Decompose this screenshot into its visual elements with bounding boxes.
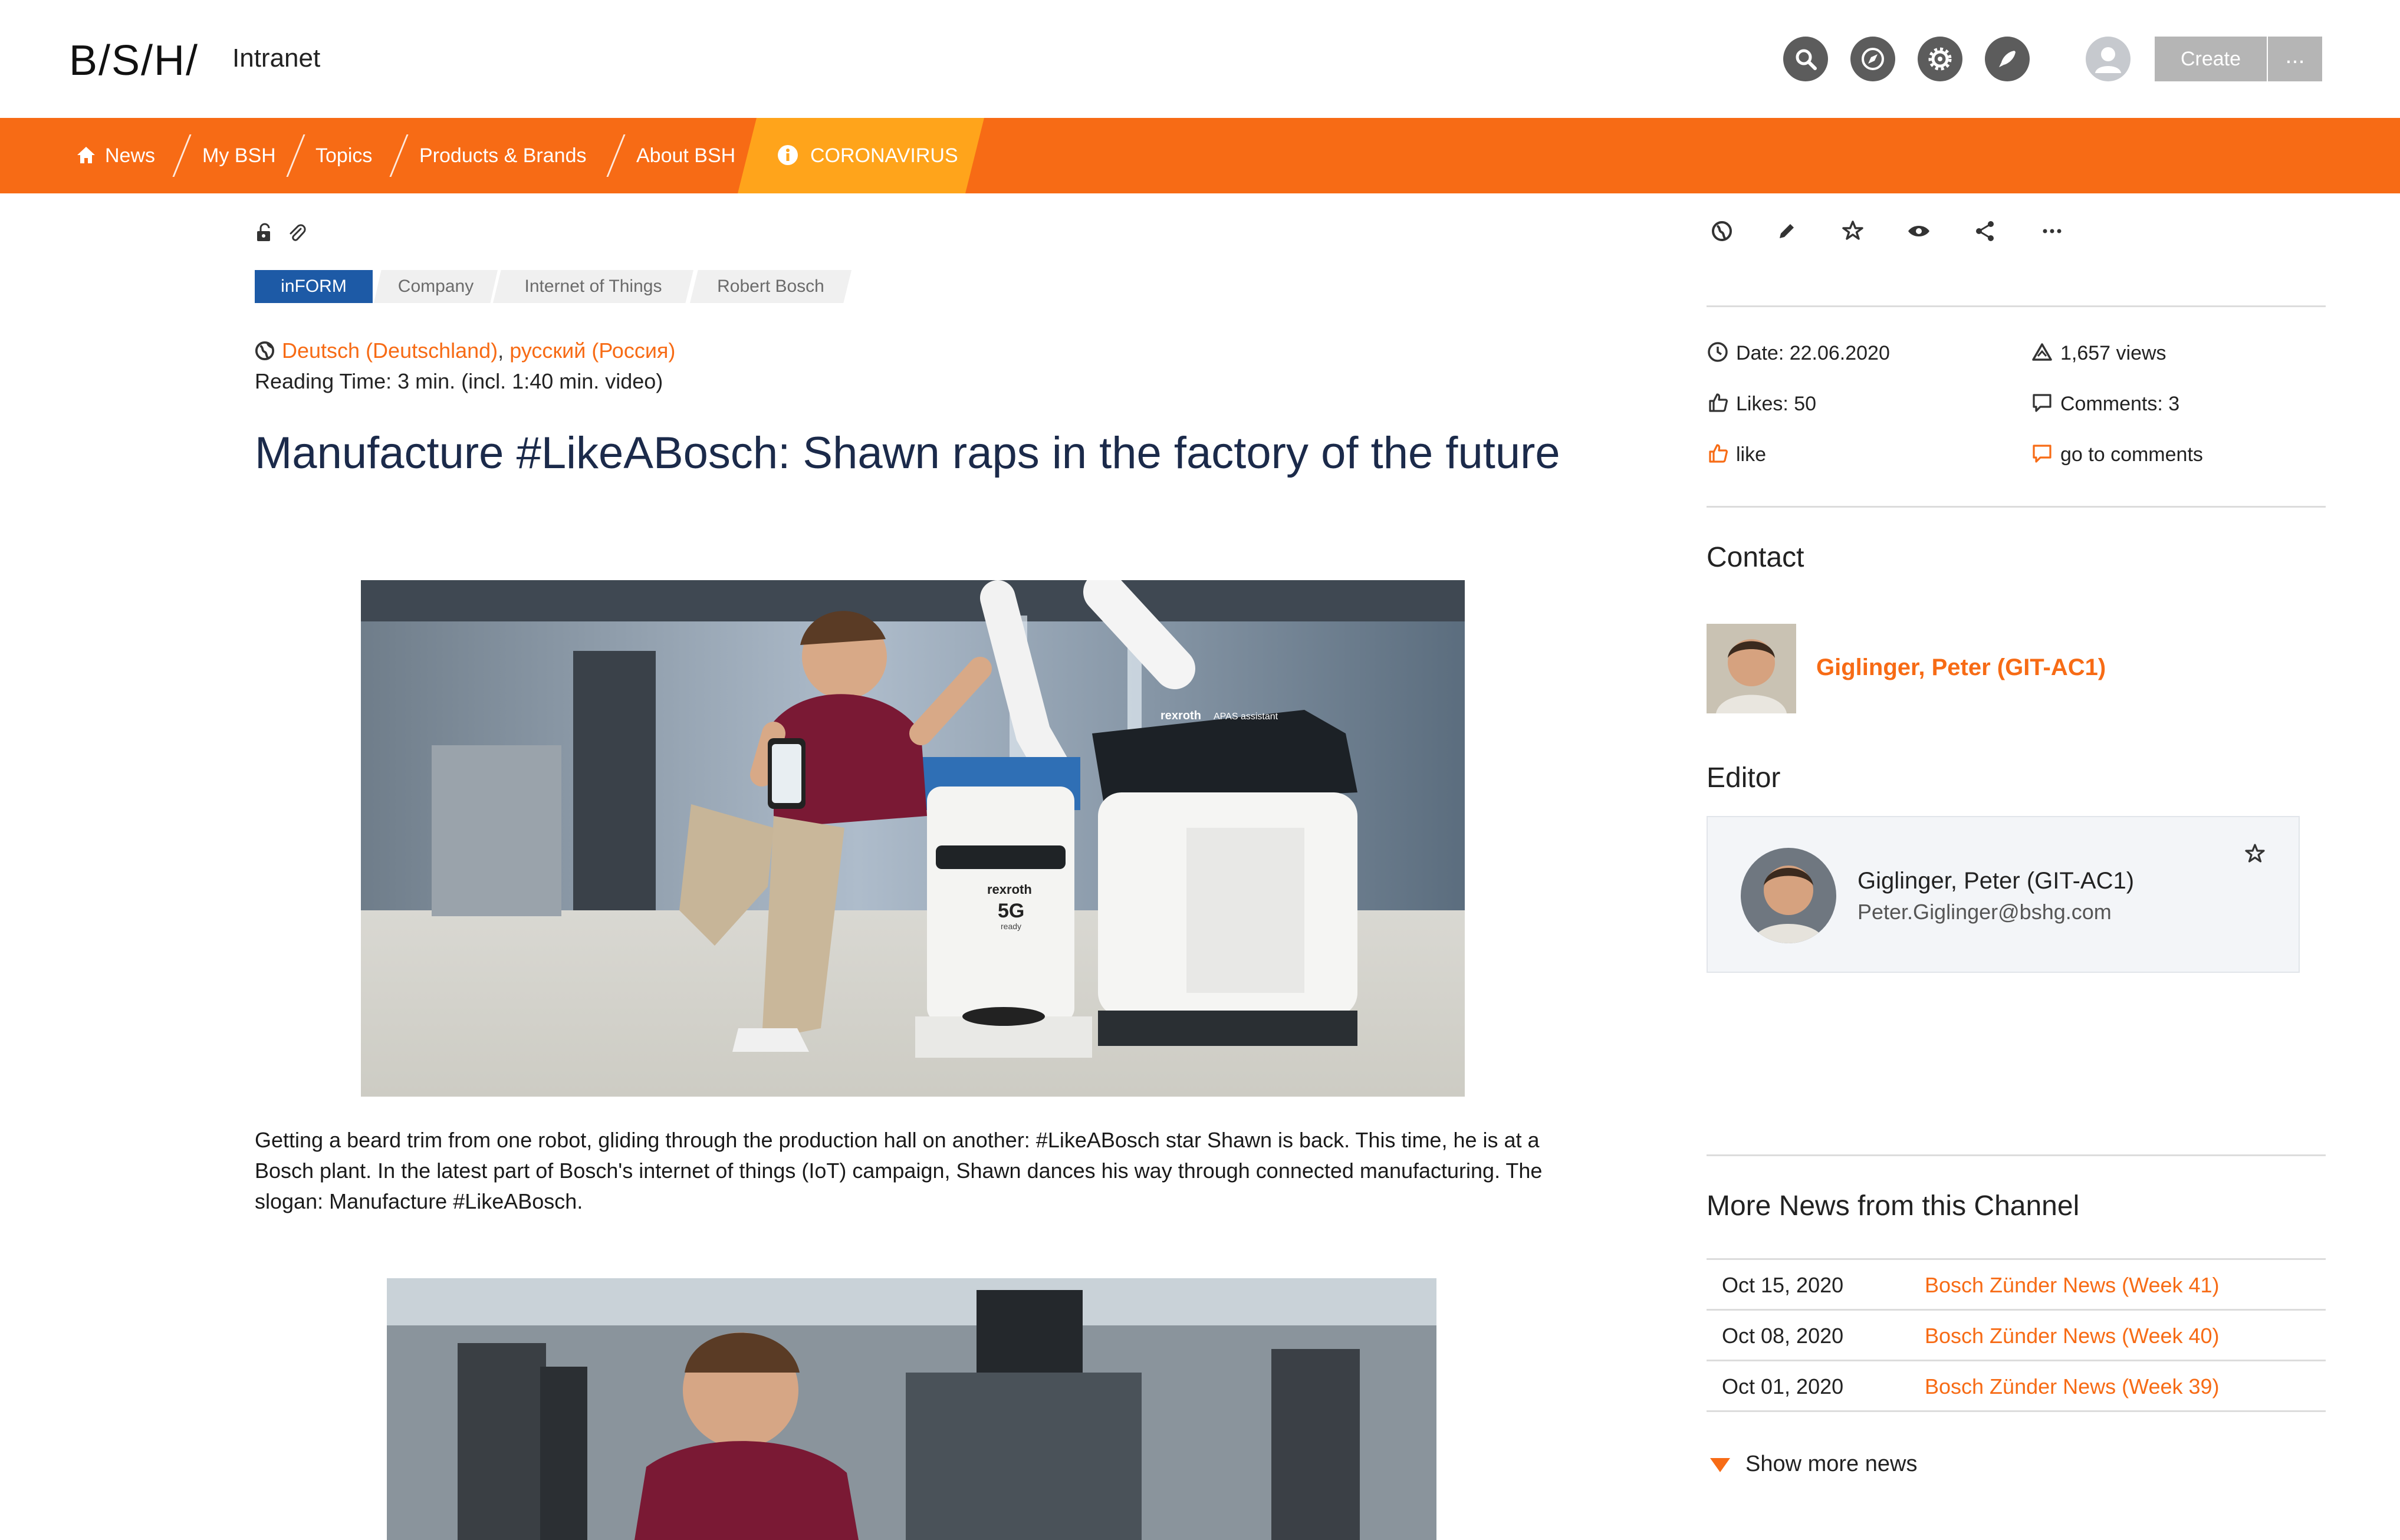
language-links: Deutsch (Deutschland), русский (Россия) <box>255 338 675 363</box>
sidebar-divider <box>1707 506 2326 508</box>
nav-item-products-brands[interactable]: Products & Brands <box>419 118 586 193</box>
news-title-link[interactable]: Bosch Zünder News (Week 41) <box>1925 1273 2220 1298</box>
clock-icon <box>1708 342 1728 362</box>
nav-item-coronavirus[interactable]: CORONAVIRUS <box>777 118 958 193</box>
nav-item-topics[interactable]: Topics <box>315 118 372 193</box>
editor-card[interactable]: Giglinger, Peter (GIT-AC1) Peter.Gigling… <box>1707 816 2300 973</box>
language-link-german[interactable]: Deutsch (Deutschland) <box>282 338 498 363</box>
nav-separator <box>286 134 305 177</box>
tag-company[interactable]: Company <box>374 270 498 303</box>
main-navigation: News My BSH Topics Products & Brands Abo… <box>0 118 2400 193</box>
attachment-icon <box>290 224 306 241</box>
news-date: Oct 01, 2020 <box>1722 1374 1844 1398</box>
star-icon[interactable] <box>1840 218 1866 244</box>
article-date-text: Date: 22.06.2020 <box>1736 342 1890 364</box>
like-link-text[interactable]: like <box>1736 443 1766 466</box>
nav-separator <box>606 134 626 177</box>
pencil-icon[interactable] <box>1774 218 1800 244</box>
create-button[interactable]: Create <box>2155 37 2267 81</box>
hero-label-ready: ready <box>1001 922 1021 931</box>
article-likes-text: Likes: 50 <box>1736 393 1817 415</box>
search-icon[interactable] <box>1783 37 1828 81</box>
info-icon <box>778 145 798 165</box>
home-icon <box>77 147 95 163</box>
globe-icon <box>255 341 275 361</box>
hero-label-apas-assistant: APAS assistant <box>1214 712 1278 722</box>
hero-label-rexroth-apas: rexroth <box>1160 709 1201 722</box>
nav-separator <box>172 134 192 177</box>
contact-name-link[interactable]: Giglinger, Peter (GIT-AC1) <box>1816 654 2106 681</box>
news-date: Oct 15, 2020 <box>1722 1273 1844 1297</box>
caret-down-icon <box>1710 1457 1730 1472</box>
news-row[interactable]: Oct 08, 2020 Bosch Zünder News (Week 40) <box>1707 1311 2326 1361</box>
comment-icon <box>2033 445 2051 463</box>
bsh-logo[interactable]: B/S/H/ <box>69 37 199 85</box>
article-hero-image: rexroth 5G ready rexroth APAS assistant <box>361 580 1465 1097</box>
article-second-image <box>387 1278 1436 1540</box>
article-views-text: 1,657 views <box>2060 342 2166 364</box>
tag-internet-of-things[interactable]: Internet of Things <box>493 270 693 303</box>
contact-heading: Contact <box>1707 542 1804 573</box>
news-title-link[interactable]: Bosch Zünder News (Week 40) <box>1925 1324 2220 1348</box>
user-avatar-icon[interactable] <box>2086 37 2131 81</box>
favorite-star-icon[interactable] <box>2243 842 2267 866</box>
nav-item-my-bsh[interactable]: My BSH <box>202 118 276 193</box>
go-to-comments-text[interactable]: go to comments <box>2060 443 2203 466</box>
language-link-russian[interactable]: русский (Россия) <box>509 338 675 363</box>
more-news-heading: More News from this Channel <box>1707 1190 2080 1222</box>
views-icon <box>2032 343 2052 361</box>
sidebar-divider <box>1707 1154 2326 1156</box>
comment-icon <box>2033 394 2051 412</box>
show-more-news-label: Show more news <box>1745 1452 1918 1476</box>
more-options-button[interactable]: ... <box>2268 37 2322 81</box>
language-separator: , <box>498 338 504 363</box>
nav-label-coronavirus: CORONAVIRUS <box>810 144 958 167</box>
news-row[interactable]: Oct 15, 2020 Bosch Zünder News (Week 41) <box>1707 1260 2326 1311</box>
tag-robert-bosch[interactable]: Robert Bosch <box>690 270 851 303</box>
contact-avatar[interactable] <box>1707 624 1796 713</box>
thumbs-up-icon <box>1709 444 1728 463</box>
reading-time: Reading Time: 3 min. (incl. 1:40 min. vi… <box>255 369 663 393</box>
eye-icon[interactable] <box>1906 218 1932 244</box>
hero-label-rexroth-robot: rexroth <box>987 882 1032 897</box>
news-title-link[interactable]: Bosch Zünder News (Week 39) <box>1925 1374 2220 1399</box>
unlocked-icon <box>257 223 270 241</box>
show-more-news-button[interactable]: Show more news <box>1710 1452 1917 1477</box>
nav-item-about-bsh[interactable]: About BSH <box>636 118 735 193</box>
nav-label-news: News <box>105 144 156 167</box>
nav-separator <box>389 134 409 177</box>
more-icon[interactable] <box>2039 218 2065 244</box>
hero-label-5g: 5G <box>998 900 1024 922</box>
news-row[interactable]: Oct 01, 2020 Bosch Zünder News (Week 39) <box>1707 1361 2326 1412</box>
editor-email[interactable]: Peter.Giglinger@bshg.com <box>1857 900 2112 924</box>
article-title: Manufacture #LikeABosch: Shawn raps in t… <box>255 428 1560 478</box>
globe-icon[interactable] <box>1709 218 1735 244</box>
sidebar-divider <box>1707 305 2326 307</box>
nav-item-news[interactable]: News <box>75 118 155 193</box>
article-comments-text: Comments: 3 <box>2060 393 2180 415</box>
tag-inform[interactable]: inFORM <box>255 270 373 303</box>
gear-icon[interactable] <box>1918 37 1962 81</box>
editor-avatar <box>1741 848 1836 943</box>
editor-heading: Editor <box>1707 762 1781 794</box>
news-date: Oct 08, 2020 <box>1722 1324 1844 1348</box>
share-icon[interactable] <box>1972 218 1998 244</box>
rocket-icon[interactable] <box>1985 37 2030 81</box>
thumbs-up-icon <box>1709 393 1728 412</box>
app-name: Intranet <box>232 44 321 73</box>
top-header: B/S/H/ Intranet Create ... <box>0 0 2400 118</box>
compass-icon[interactable] <box>1850 37 1895 81</box>
editor-name: Giglinger, Peter (GIT-AC1) <box>1857 868 2135 894</box>
article-intro-text: Getting a beard trim from one robot, gli… <box>255 1128 1543 1213</box>
